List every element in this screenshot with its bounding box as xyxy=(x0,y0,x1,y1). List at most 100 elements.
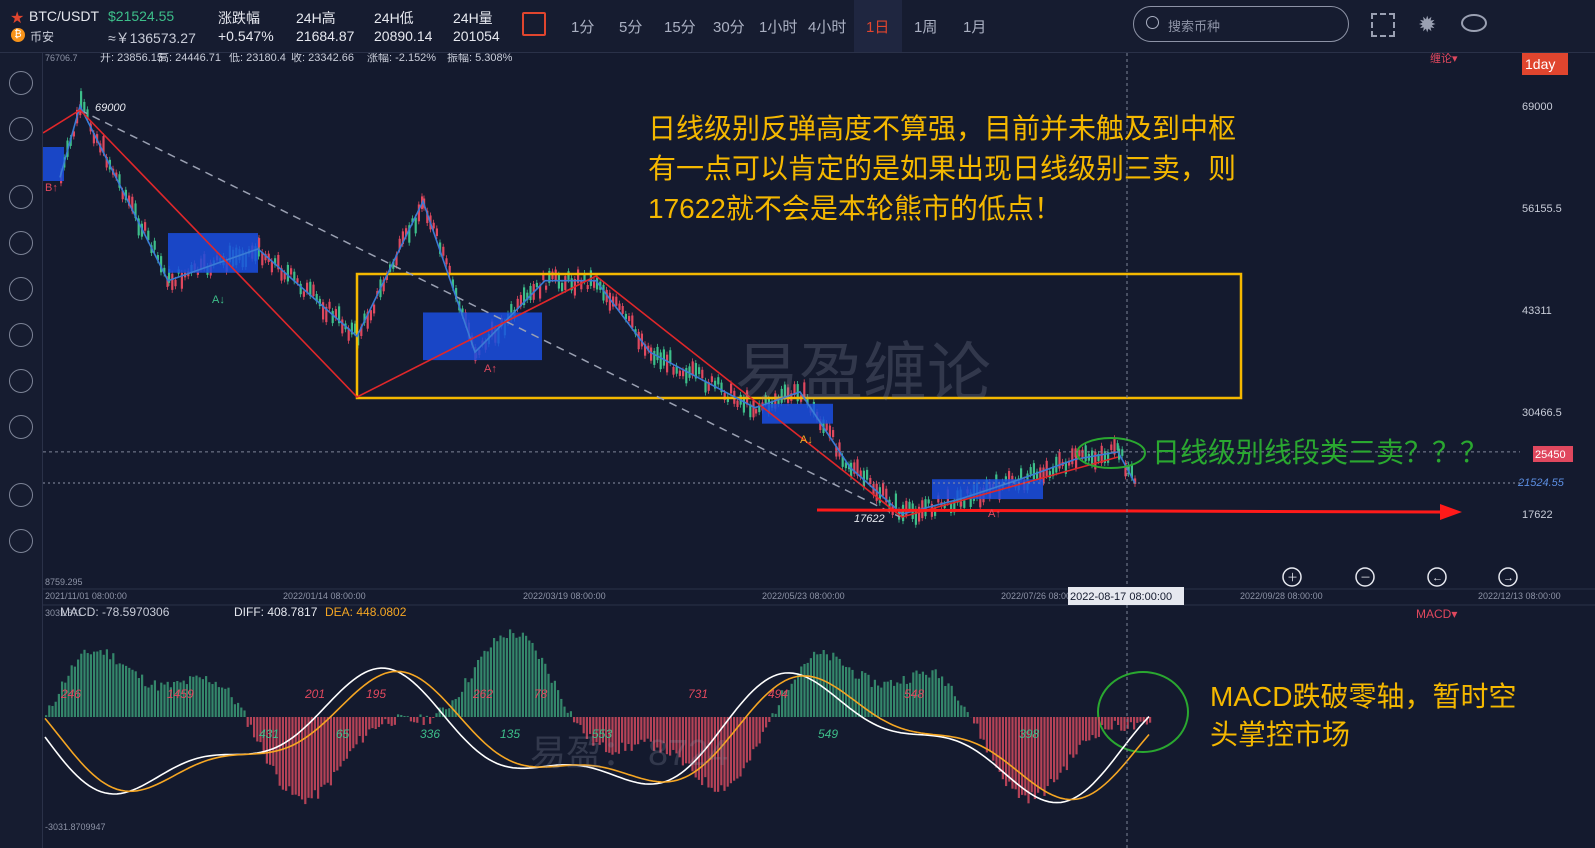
rectangle-tool-icon[interactable] xyxy=(9,231,33,255)
macd-hist-bar xyxy=(582,717,585,734)
candle-body xyxy=(414,217,417,234)
macd-hist-bar xyxy=(1040,717,1043,789)
tab-1hour[interactable]: 1小时 xyxy=(759,16,797,37)
candle-body xyxy=(529,285,532,301)
macd-hist-bar xyxy=(768,717,771,722)
indicator-tool-icon[interactable] xyxy=(9,529,33,553)
y-tick-label: 69000 xyxy=(1522,101,1553,113)
candle-body xyxy=(445,258,448,265)
candle-body xyxy=(586,284,589,290)
candle-body xyxy=(290,268,293,275)
tab-4hour[interactable]: 4小时 xyxy=(808,16,846,37)
tab-5min[interactable]: 5分 xyxy=(619,16,642,37)
chart-type-button[interactable] xyxy=(522,12,546,36)
tab-1day[interactable]: 1日 xyxy=(866,16,889,37)
search-input[interactable]: 搜索币种 xyxy=(1168,16,1220,35)
candle-body xyxy=(927,499,930,504)
macd-hist-bar xyxy=(429,717,432,724)
ohlc-field: 振幅: 5.308% xyxy=(447,53,513,64)
macd-hist-bar xyxy=(745,717,748,763)
macd-hist-bar xyxy=(387,717,390,724)
macd-hist-bar xyxy=(1088,717,1091,741)
macd-hist-bar xyxy=(281,717,284,790)
macd-hist-bar xyxy=(93,651,96,717)
macd-hist-bar xyxy=(237,702,240,717)
current-price-label: 21524.55 xyxy=(1517,477,1565,489)
cursor-tool-icon[interactable] xyxy=(9,71,33,95)
macd-hist-bar xyxy=(115,664,118,717)
crosshair-date-label: 2022-08-17 08:00:00 xyxy=(1070,591,1172,603)
macd-hist-bar xyxy=(979,717,982,739)
tab-1month[interactable]: 1月 xyxy=(963,16,986,37)
clock-tool-icon[interactable] xyxy=(9,483,33,507)
tab-1min[interactable]: 1分 xyxy=(571,16,594,37)
macd-hist-label-pos: 78 xyxy=(534,687,548,701)
macd-hist-bar xyxy=(294,717,297,795)
line-tool-icon[interactable] xyxy=(9,185,33,209)
macd-hist-bar xyxy=(976,717,979,724)
candle-body xyxy=(631,315,634,328)
ohlc-field: 低: 23180.4 xyxy=(229,53,286,64)
macd-hist-bar xyxy=(141,674,144,717)
fullscreen-icon[interactable] xyxy=(1371,13,1395,37)
macd-hist-bar xyxy=(109,659,112,717)
macd-hist-bar xyxy=(416,717,419,723)
macd-hist-bar xyxy=(1053,717,1056,783)
tab-1week[interactable]: 1周 xyxy=(914,16,937,37)
candle-body xyxy=(593,280,596,288)
candle-body xyxy=(618,303,621,310)
macd-hist-bar xyxy=(944,685,947,717)
symbol-name[interactable]: BTC/USDT xyxy=(29,8,99,24)
pen-tool-icon[interactable] xyxy=(9,415,33,439)
a-up-signal: A↑ xyxy=(484,363,497,375)
macd-hist-bar xyxy=(1101,717,1104,726)
tab-15min[interactable]: 15分 xyxy=(664,16,696,37)
macd-hist-bar xyxy=(1136,717,1139,723)
candle-body xyxy=(866,469,869,480)
eye-icon[interactable] xyxy=(1461,14,1487,32)
search-box[interactable]: 搜索币种 xyxy=(1133,6,1349,42)
watermark-2: 易盈： 8724 xyxy=(530,732,728,773)
candle-body xyxy=(710,376,713,382)
macd-hist-bar xyxy=(205,676,208,717)
macd-hist-bar xyxy=(889,679,892,717)
macd-hist-bar xyxy=(121,664,124,717)
tab-30min[interactable]: 30分 xyxy=(713,16,745,37)
macd-hist-bar xyxy=(195,675,198,717)
macd-hist-bar xyxy=(880,687,883,717)
fibonacci-tool-icon[interactable] xyxy=(9,323,33,347)
candle-body xyxy=(656,346,659,361)
low-price-mark: 17622 xyxy=(854,513,885,525)
candle-body xyxy=(1055,456,1058,473)
macd-hist-bar xyxy=(297,717,300,797)
main-chart[interactable]: 69000 56155.5 43311 30466.5 17622 1day 25450 21… xyxy=(43,53,1595,848)
high-label: 24H高 xyxy=(296,10,336,26)
zoom-out-icon-glyph: － xyxy=(1360,572,1371,584)
macd-hist-bar xyxy=(246,717,249,727)
theme-sun-icon[interactable]: ✹ xyxy=(1418,12,1436,38)
favorite-star-icon[interactable]: ★ xyxy=(10,8,24,28)
macd-hist-bar xyxy=(896,682,899,717)
macd-hist-bar xyxy=(320,717,323,787)
support-arrow-line xyxy=(816,508,1441,514)
macd-hist-bar xyxy=(134,671,137,717)
macd-hist-bar xyxy=(1056,717,1059,780)
macd-hist-bar xyxy=(137,678,140,717)
macd-hist-bar xyxy=(742,717,745,769)
macd-hist-bar xyxy=(963,706,966,717)
last-price: $21524.55 xyxy=(108,8,175,24)
macd-hist-bar xyxy=(365,717,368,736)
macd-hist-bar xyxy=(861,671,864,717)
wave-tool-icon[interactable] xyxy=(9,277,33,301)
macd-hist-bar xyxy=(774,713,777,717)
macd-hist-label-neg: 398 xyxy=(1019,727,1039,741)
x-tick-label: 2022/05/23 08:00:00 xyxy=(762,591,845,601)
channel-tool-icon[interactable] xyxy=(9,369,33,393)
macd-hist-bar xyxy=(80,653,83,717)
macd-hist-bar xyxy=(793,679,796,717)
candle-body xyxy=(561,282,564,292)
chanlun-indicator-label: 缠论▾ xyxy=(1430,53,1458,65)
candle-body xyxy=(296,278,299,283)
crosshair-tool-icon[interactable] xyxy=(9,117,33,141)
candle-body xyxy=(698,367,701,375)
